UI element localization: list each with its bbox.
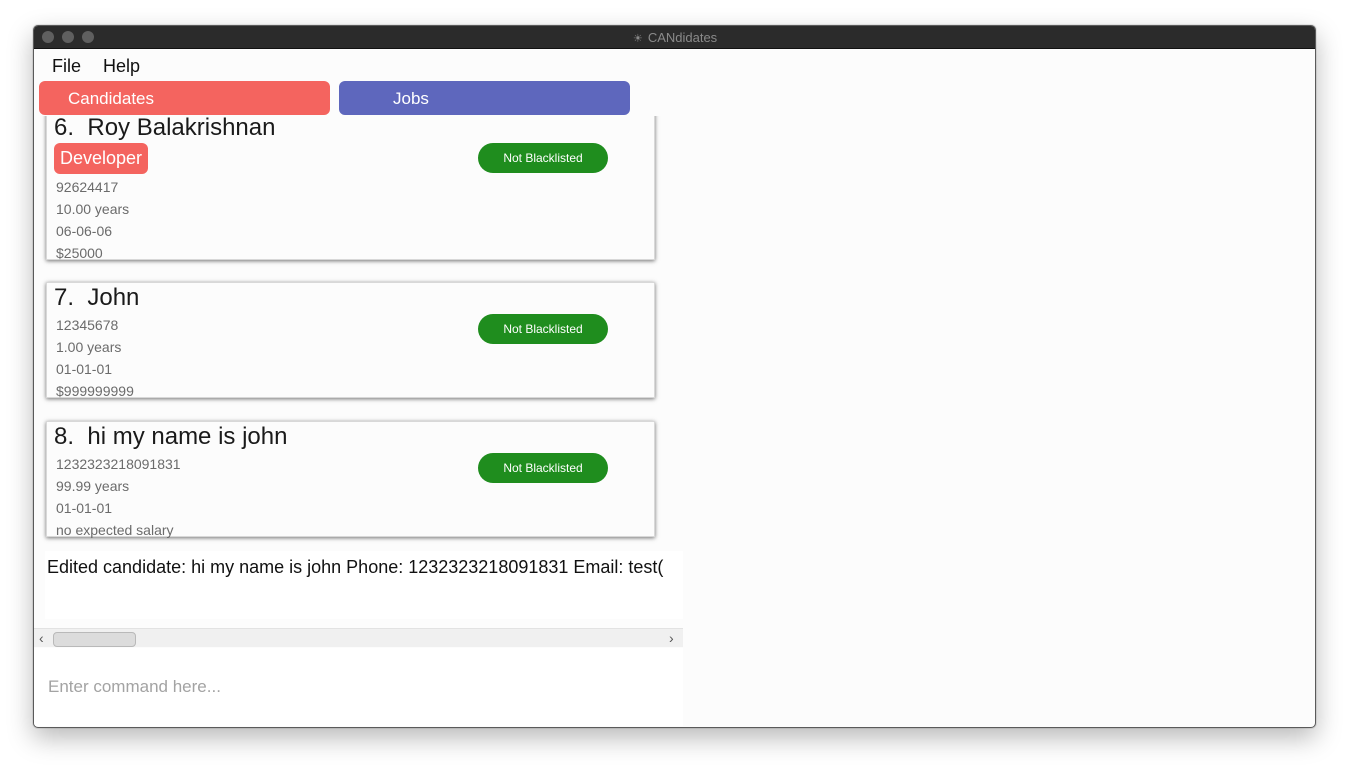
window-title-text: CANdidates [647, 30, 718, 45]
command-box [34, 648, 683, 726]
candidate-name-text: John [87, 284, 140, 311]
candidate-index: 7. [54, 284, 75, 311]
menu-bar: File Help [34, 49, 674, 81]
tab-candidates-label: Candidates [68, 89, 155, 108]
title-bar: ☀ CANdidates [34, 26, 1315, 49]
candidate-name-text: hi my name is john [87, 423, 288, 450]
blacklist-status-badge: Not Blacklisted [478, 143, 608, 173]
app-window: ☀ CANdidates File Help Candidates Jobs 6.… [33, 25, 1316, 728]
blacklist-status-badge: Not Blacklisted [478, 453, 608, 483]
candidate-phone: 12345678 [56, 317, 119, 333]
scrollbar-thumb[interactable] [53, 632, 136, 647]
horizontal-scrollbar[interactable]: ‹ › [34, 628, 683, 647]
candidate-salary: $999999999 [56, 383, 134, 399]
candidate-card[interactable]: 8. hi my name is john 1232323218091831 9… [46, 421, 655, 538]
tab-candidates[interactable]: Candidates [39, 81, 330, 115]
chevron-right-icon[interactable]: › [669, 629, 674, 647]
result-display: Edited candidate: hi my name is john Pho… [45, 551, 683, 619]
tab-jobs-label: Jobs [393, 89, 429, 108]
candidate-index: 6. [54, 116, 75, 141]
candidate-experience: 10.00 years [56, 201, 130, 217]
result-text: Edited candidate: hi my name is john Pho… [47, 557, 664, 577]
candidate-card[interactable]: 6. Roy Balakrishnan Developer 92624417 1… [46, 116, 655, 261]
candidate-name: 8. hi my name is john [54, 423, 287, 451]
candidate-index: 8. [54, 423, 75, 450]
command-input[interactable] [46, 666, 650, 708]
candidate-date: 01-01-01 [56, 500, 113, 516]
candidate-name: 6. Roy Balakrishnan [54, 116, 275, 142]
tab-jobs[interactable]: Jobs [339, 81, 630, 115]
candidate-experience: 1.00 years [56, 339, 122, 355]
chevron-left-icon[interactable]: ‹ [39, 629, 44, 647]
candidate-name: 7. John [54, 284, 139, 312]
candidate-phone: 1232323218091831 [56, 456, 181, 472]
candidate-date: 06-06-06 [56, 223, 113, 239]
menu-help[interactable]: Help [103, 56, 140, 77]
candidate-list[interactable]: 6. Roy Balakrishnan Developer 92624417 1… [34, 116, 683, 549]
blacklist-status-badge: Not Blacklisted [478, 314, 608, 344]
window-title: ☀ CANdidates [34, 30, 1315, 45]
menu-file[interactable]: File [52, 56, 81, 77]
candidate-salary: no expected salary [56, 522, 174, 538]
candidates-app-icon: ☀ [632, 33, 643, 45]
candidate-date: 01-01-01 [56, 361, 113, 377]
candidate-experience: 99.99 years [56, 478, 130, 494]
candidate-salary: $25000 [56, 245, 103, 261]
candidate-phone: 92624417 [56, 179, 119, 195]
candidate-card[interactable]: 7. John 12345678 1.00 years 01-01-01 $99… [46, 282, 655, 399]
tag-badge: Developer [54, 143, 149, 174]
candidate-name-text: Roy Balakrishnan [87, 116, 276, 141]
